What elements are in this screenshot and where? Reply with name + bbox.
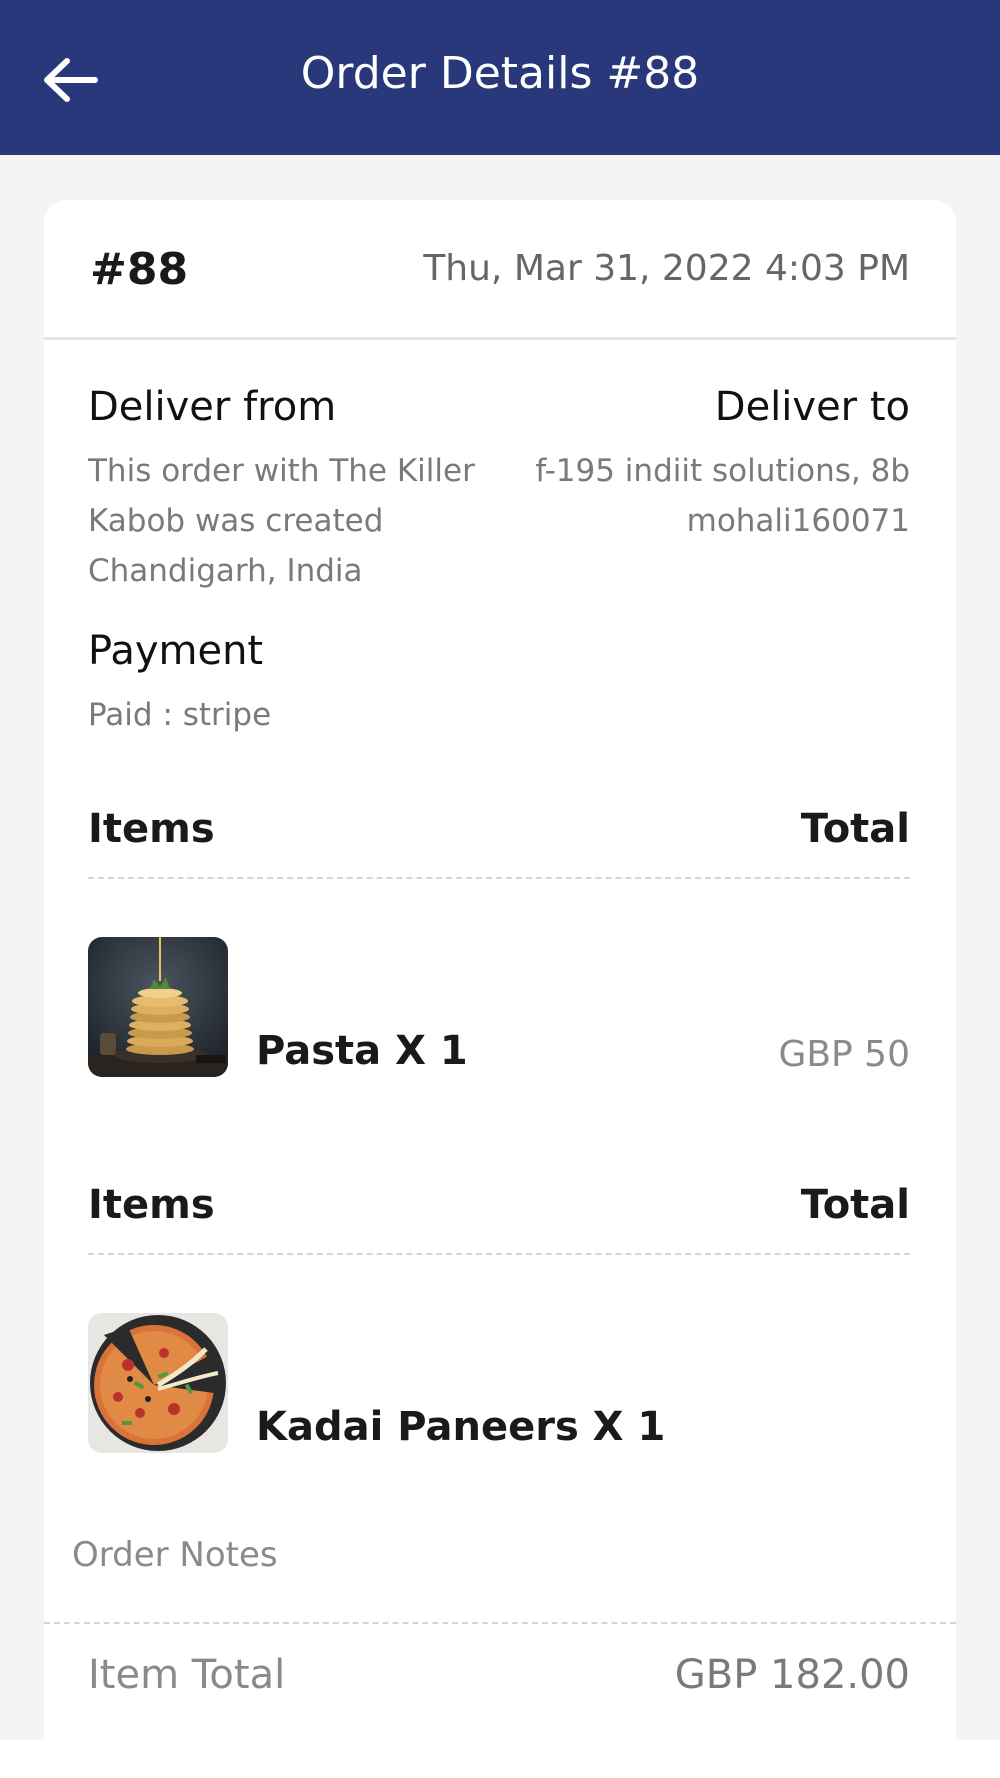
item-total-label: Item Total [88,1652,286,1698]
dashed-divider [88,877,910,879]
deliver-from-line: Chandigarh, India [88,553,363,589]
divider [44,337,956,340]
order-notes-label: Order Notes [72,1535,278,1575]
item-thumbnail[interactable] [88,937,228,1077]
bottom-edge [0,1740,1000,1778]
item-total-value: GBP 182.00 [674,1652,910,1698]
dashed-divider [44,1622,956,1624]
item-name: Kadai Paneers X 1 [256,1404,666,1450]
deliver-to-heading: Deliver to [714,384,910,430]
payment-status: Paid : stripe [88,697,272,733]
app-bar: Order Details #88 [0,0,1000,155]
deliver-from-heading: Deliver from [88,384,337,430]
deliver-to-address: f-195 indiit solutions, 8b mohali160071 [510,446,910,546]
deliver-from-address: This order with The Killer Kabob was cre… [88,446,518,596]
item-price: GBP 50 [778,1034,910,1075]
items-header-label: Items [88,806,215,852]
item-name: Pasta X 1 [256,1028,468,1074]
pizza-photo [88,1313,228,1453]
dashed-divider [88,1253,910,1255]
deliver-to-line: mohali160071 [686,503,910,539]
deliver-from-line: This order with The Killer [88,453,475,489]
items-header-label: Items [88,1182,215,1228]
page-title: Order Details #88 [300,48,700,99]
order-date: Thu, Mar 31, 2022 4:03 PM [423,248,910,289]
deliver-from-line: Kabob was created [88,503,384,539]
order-id: #88 [90,244,189,295]
total-header-label: Total [800,1182,910,1228]
item-thumbnail[interactable] [88,1313,228,1453]
pancake-stack-photo [88,937,228,1077]
deliver-to-line: f-195 indiit solutions, 8b [535,453,910,489]
total-header-label: Total [800,806,910,852]
payment-heading: Payment [88,628,264,674]
order-card: #88 Thu, Mar 31, 2022 4:03 PM Deliver fr… [44,200,956,1740]
